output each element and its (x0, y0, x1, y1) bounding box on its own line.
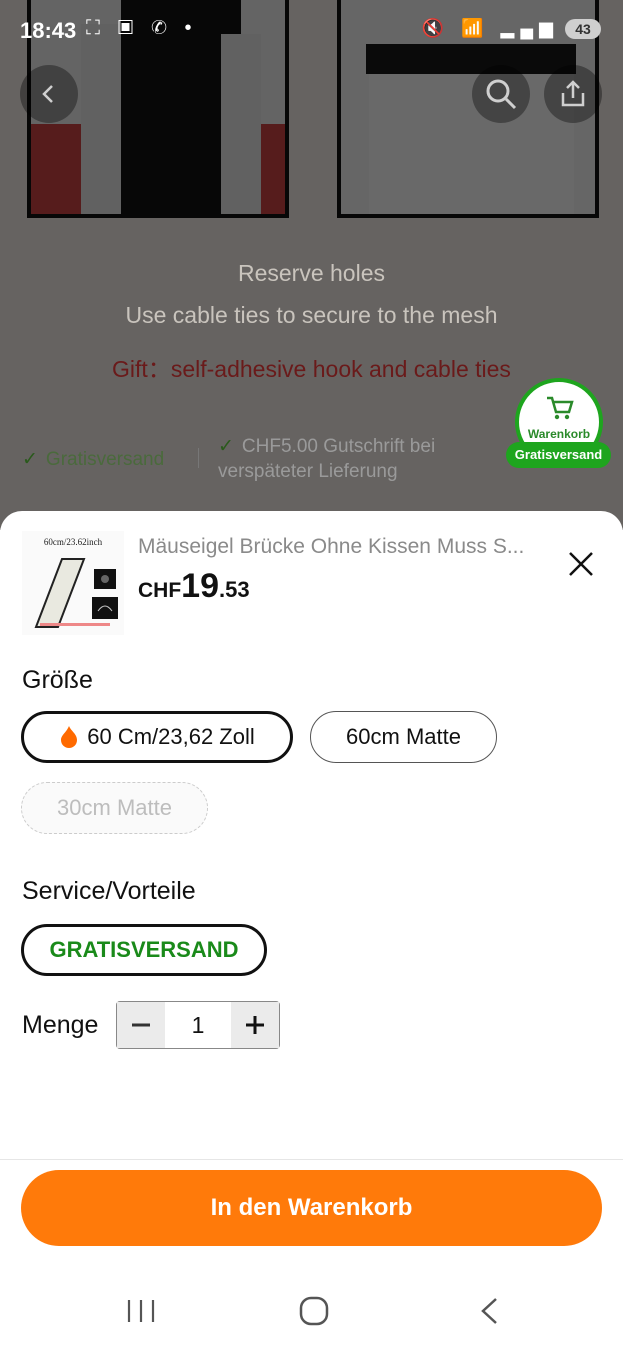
promo-text-line3: Gift：self-adhesive hook and cable ties (112, 356, 511, 382)
quantity-value[interactable]: 1 (165, 1002, 231, 1048)
system-icons: 🔇 📶 ▂▄▆ (421, 18, 559, 38)
product-thumbnail[interactable]: 60cm/23.62inch (22, 531, 124, 635)
add-to-cart-button[interactable]: In den Warenkorb (21, 1170, 602, 1246)
quantity-stepper: 1 (116, 1001, 280, 1049)
promo-text-line1: Reserve holes (237, 260, 386, 286)
shipping-free-text: Gratisversand (45, 449, 165, 470)
minus-icon (132, 1023, 150, 1027)
cart-badge-label: Warenkorb (527, 427, 591, 441)
product-price: CHF19.53 (138, 567, 250, 606)
check-icon: ✓ (218, 436, 234, 457)
system-navigation-bar (0, 1271, 623, 1350)
quantity-increase-button[interactable] (231, 1002, 279, 1048)
check-icon: ✓ (22, 449, 38, 470)
status-bar: 18:43 ⛶ ▣ ✆ • 🔇 📶 ▂▄▆ 43 (0, 0, 623, 60)
price-decimal: .53 (219, 577, 250, 602)
service-option-label: GRATISVERSAND (49, 937, 239, 962)
divider (198, 448, 199, 468)
size-option-30cm-matte: 30cm Matte (21, 782, 208, 834)
flame-icon (61, 726, 78, 748)
notification-icons: ⛶ ▣ ✆ • (86, 17, 198, 39)
cart-icon (547, 396, 574, 420)
battery-indicator: 43 (565, 19, 601, 39)
status-time: 18:43 (20, 18, 77, 43)
service-heading: Service/Vorteile (22, 877, 196, 905)
thumbnail-caption: 60cm/23.62inch (43, 537, 103, 547)
back-button[interactable] (20, 65, 78, 123)
size-option-60cm-zoll[interactable]: 60 Cm/23,62 Zoll (21, 711, 293, 763)
divider (0, 1159, 623, 1160)
free-shipping-pill: Gratisversand (506, 442, 611, 468)
sku-selection-sheet: 60cm/23.62inch Mäuseigel Brücke Ohne Kis… (0, 511, 623, 1350)
size-option-label: 60cm Matte (346, 724, 461, 749)
back-icon (42, 85, 53, 103)
price-currency: CHF (138, 579, 182, 602)
shipping-credit-text: CHF5.00 Gutschrift bei verspäteter Liefe… (218, 436, 436, 482)
share-icon (561, 80, 585, 107)
promo-text-line2: Use cable ties to secure to the mesh (125, 302, 498, 328)
search-icon (486, 79, 517, 110)
quantity-label: Menge (22, 1011, 99, 1039)
plus-icon (246, 1016, 264, 1034)
share-button[interactable] (544, 65, 602, 123)
close-icon (569, 552, 593, 576)
nav-back-icon[interactable] (478, 1296, 500, 1326)
search-button[interactable] (472, 65, 530, 123)
size-option-label: 60 Cm/23,62 Zoll (87, 724, 255, 749)
close-button[interactable] (564, 547, 598, 581)
size-heading: Größe (22, 666, 93, 694)
quantity-decrease-button[interactable] (117, 1002, 165, 1048)
recents-icon[interactable] (126, 1298, 156, 1324)
price-integer: 19 (181, 567, 219, 605)
service-option-gratisversand[interactable]: GRATISVERSAND (21, 924, 267, 976)
size-option-60cm-matte[interactable]: 60cm Matte (310, 711, 497, 763)
size-option-label: 30cm Matte (57, 795, 172, 820)
home-icon[interactable] (298, 1295, 330, 1327)
product-title: Mäuseigel Brücke Ohne Kissen Muss S... (138, 535, 525, 558)
